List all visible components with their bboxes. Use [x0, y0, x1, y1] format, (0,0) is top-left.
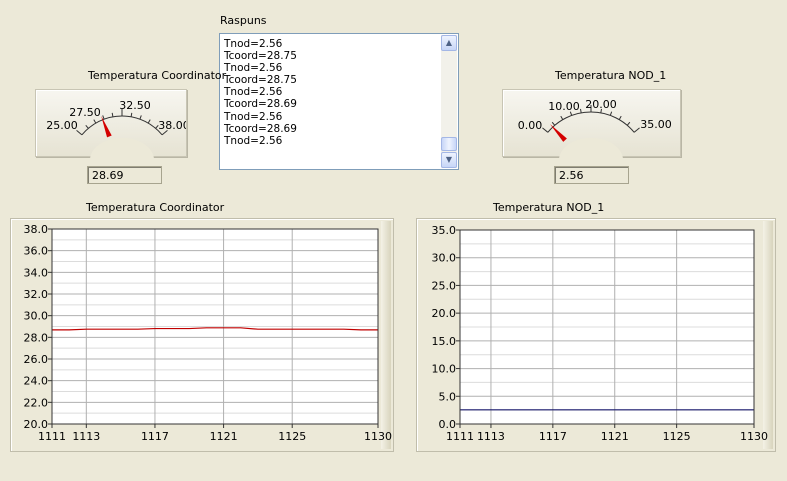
gauge-tick — [93, 119, 97, 124]
response-line: Tcoord=28.69 — [224, 98, 297, 111]
gauge-tick — [560, 115, 564, 120]
gauge-tick — [85, 124, 89, 129]
x-tick-label: 1111 — [446, 430, 474, 443]
scroll-down-icon[interactable]: ▼ — [441, 152, 457, 168]
y-tick-label: 36.0 — [24, 245, 49, 258]
y-tick-label: 30.0 — [24, 310, 49, 323]
x-tick-label: 1111 — [38, 430, 66, 443]
y-tick-label: 25.0 — [432, 279, 457, 292]
gauge-nod1-readout: 2.56 — [554, 166, 629, 184]
chart-coordinator-plot: 20.022.024.026.028.030.032.034.036.038.0… — [24, 223, 393, 443]
gauge-coordinator-title: Temperatura Coordinator — [88, 69, 227, 82]
y-tick-label: 22.0 — [24, 396, 49, 409]
gauge-needle — [101, 116, 112, 138]
x-tick-label: 1121 — [210, 430, 238, 443]
response-listbox[interactable]: Tnod=2.56 Tcoord=28.75 Tnod=2.56 Tcoord=28.… — [219, 33, 459, 170]
gauge-coordinator-readout: 28.69 — [87, 166, 162, 184]
y-tick-label: 32.0 — [24, 288, 49, 301]
y-tick-label: 15.0 — [432, 335, 457, 348]
gauge-arc — [547, 111, 635, 133]
y-tick-label: 20.0 — [432, 307, 457, 320]
chart-nod1: 0.0 5.0 10.0 15.0 20.0 25.0 30.0 35.0 1111 1113 11… — [416, 218, 776, 452]
scroll-up-icon[interactable]: ▲ — [441, 35, 457, 51]
gauge-scale-label: 10.00 — [548, 100, 580, 113]
gauge-tick — [111, 112, 114, 117]
gauge-tick — [551, 121, 556, 126]
gauge-needle — [550, 124, 567, 142]
response-line: Tcoord=28.75 — [224, 74, 297, 87]
x-tick-label: 1125 — [278, 430, 306, 443]
x-tick-label: 1117 — [141, 430, 169, 443]
y-tick-label: 5.0 — [439, 390, 457, 403]
y-tick-label: 26.0 — [24, 353, 49, 366]
x-tick-label: 1130 — [740, 430, 768, 443]
gauge-tick — [130, 112, 133, 117]
response-line: Tnod=2.56 — [224, 86, 283, 99]
y-tick-label: 28.0 — [24, 331, 49, 344]
y-tick-label: 38.0 — [24, 223, 49, 236]
response-scrollbar[interactable]: ▲ ▼ — [441, 35, 457, 168]
response-line: Tnod=2.56 — [224, 38, 283, 50]
response-line: Tcoord=28.69 — [224, 122, 297, 135]
gauge-scale-label: 38.00 — [158, 119, 186, 132]
response-title: Raspuns — [220, 14, 267, 27]
gauge-nod1: 0.00 10.00 20.00 35.00 — [502, 89, 681, 160]
chart-coordinator: 20.0 22.0 24.0 26.0 28.0 30.0 32.0 34.0 36.0 38.0… — [10, 218, 394, 452]
gauge-tick — [139, 115, 142, 120]
x-tick-label: 1113 — [477, 430, 505, 443]
response-line: Tnod=2.56 — [224, 134, 283, 147]
gauge-tick — [542, 127, 549, 133]
gauge-scale-label: 32.50 — [119, 99, 151, 112]
y-tick-label: 34.0 — [24, 266, 49, 279]
x-tick-label: 1121 — [601, 430, 629, 443]
gauge-tick — [626, 121, 631, 126]
y-tick-label: 30.0 — [432, 252, 457, 265]
gauge-scale-label: 0.00 — [518, 119, 543, 132]
response-line: Tnod=2.56 — [224, 110, 283, 123]
gauge-tick — [147, 119, 151, 124]
gauge-tick — [102, 115, 105, 120]
chart-nod1-title: Temperatura NOD_1 — [493, 201, 605, 214]
x-tick-label: 1130 — [364, 430, 392, 443]
gauge-scale-label: 35.00 — [640, 118, 672, 131]
gauge-coordinator: 25.0027.50 32.50 38.00 — [35, 89, 187, 160]
scroll-thumb[interactable] — [441, 137, 457, 151]
x-tick-label: 1117 — [539, 430, 567, 443]
gauge-tick — [618, 115, 622, 120]
chart-coordinator-title: Temperatura Coordinator — [86, 201, 225, 214]
response-line: Tnod=2.56 — [224, 62, 283, 75]
gauge-scale-label: 25.00 — [46, 119, 78, 132]
gauge-tick — [633, 127, 640, 133]
gauge-tick — [609, 111, 613, 116]
chart-nod1-plot: 0.05.010.015.020.025.030.035.01111 1113 11… — [432, 224, 769, 443]
response-line: Tcoord=28.75 — [224, 50, 297, 63]
y-tick-label: 10.0 — [432, 363, 457, 376]
gauge-tick — [580, 108, 582, 113]
gauge-scale-label: 20.00 — [585, 98, 617, 111]
response-lines: Tnod=2.56 Tcoord=28.75 Tnod=2.56 Tcoord=28.… — [224, 38, 297, 147]
y-tick-label: 35.0 — [432, 224, 457, 237]
gauge-nod1-title: Temperatura NOD_1 — [555, 69, 667, 82]
gauge-scale-label: 27.50 — [69, 106, 101, 119]
y-tick-label: 24.0 — [24, 375, 49, 388]
x-tick-label: 1125 — [663, 430, 691, 443]
x-tick-label: 1113 — [72, 430, 100, 443]
